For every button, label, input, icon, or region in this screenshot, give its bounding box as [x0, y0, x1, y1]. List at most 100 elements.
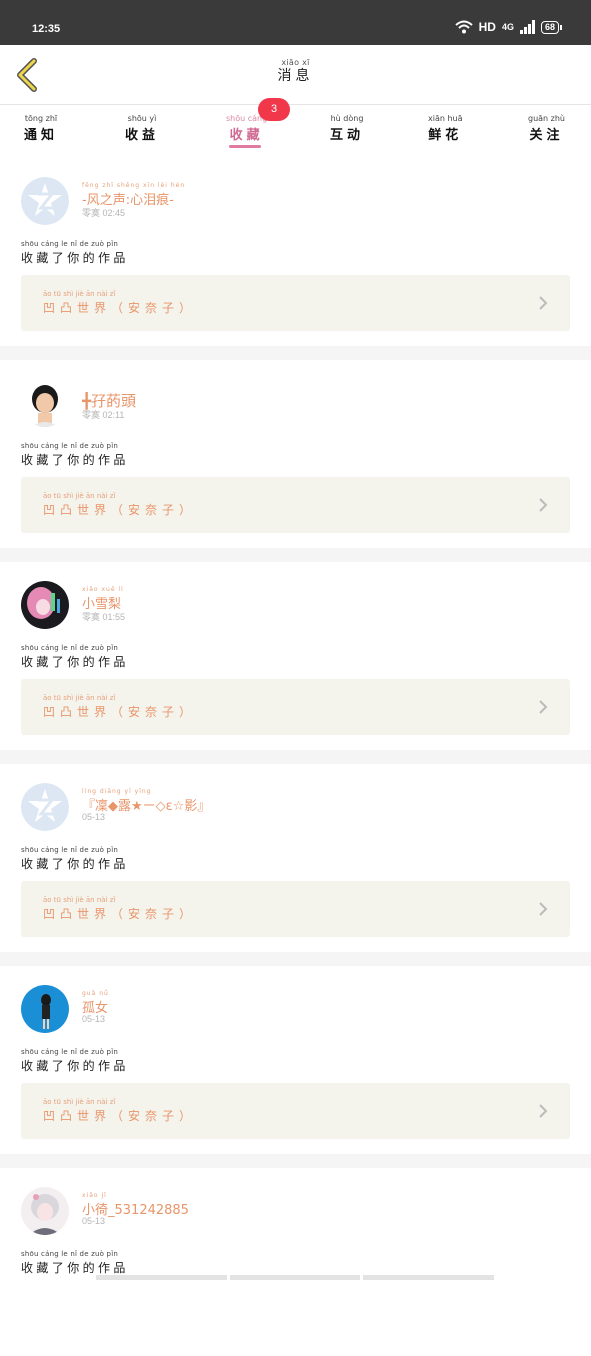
network-label: HD — [478, 20, 496, 34]
tab-favorites[interactable]: shōu cáng 收藏 — [226, 114, 267, 143]
tab-follows[interactable]: guān zhù 关注 — [528, 114, 565, 143]
status-icons: HD 4G 68 — [454, 20, 563, 34]
user-name-pinyin: líng diāng yī yǐng — [82, 788, 152, 795]
active-tab-indicator — [229, 145, 261, 148]
tab-label: 关注 — [529, 128, 564, 143]
work-link[interactable]: āo tū shì jiè ān nài zǐ 凹凸世界（安奈子） — [21, 477, 570, 533]
tab-interactions[interactable]: hù dòng 互动 — [330, 114, 364, 143]
anime-avatar-icon — [21, 581, 69, 629]
signal-label: 4G — [501, 22, 514, 32]
chevron-right-icon — [539, 700, 548, 714]
user-photo-icon — [21, 379, 69, 427]
z-logo-icon — [21, 783, 69, 831]
avatar[interactable] — [21, 783, 69, 831]
battery-level: 68 — [544, 21, 555, 32]
tab-pinyin: shōu yì — [127, 114, 157, 123]
work-title-text: 凹凸世界（安奈子） — [43, 1109, 197, 1123]
action-label: 收藏了你的作品 — [21, 453, 129, 467]
action-label: 收藏了你的作品 — [21, 655, 129, 669]
action-label: 收藏了你的作品 — [21, 1059, 129, 1073]
page-title: xiāo xī 消息 — [0, 59, 591, 84]
chevron-right-icon — [539, 498, 548, 512]
tab-label: 收藏 — [229, 128, 264, 143]
work-link[interactable]: āo tū shì jiè ān nài zǐ 凹凸世界（安奈子） — [21, 1083, 570, 1139]
avatar[interactable] — [21, 1187, 69, 1235]
list-item: líng diāng yī yǐng 『凜◆露★ㄧ◇ɛ☆影』 05-13 shō… — [0, 764, 591, 952]
avatar[interactable] — [21, 379, 69, 427]
work-link[interactable]: āo tū shì jiè ān nài zǐ 凹凸世界（安奈子） — [21, 275, 570, 331]
message-list: fēng zhī shēng xīn lèi hén -风之声:心泪痕- 零寞 … — [0, 158, 591, 1356]
divider — [0, 952, 591, 966]
tab-bar: tōng zhī 通知 shōu yì 收益 shōu cáng 收藏 hù d… — [0, 105, 591, 153]
user-name-pinyin: fēng zhī shēng xīn lèi hén — [82, 182, 186, 189]
work-title: āo tū shì jiè ān nài zǐ 凹凸世界（安奈子） — [43, 290, 196, 316]
battery-icon: 68 — [540, 20, 563, 34]
avatar[interactable] — [21, 177, 69, 225]
work-title: āo tū shì jiè ān nài zǐ 凹凸世界（安奈子） — [43, 1098, 196, 1124]
user-name[interactable]: fēng zhī shēng xīn lèi hén -风之声:心泪痕- — [82, 182, 185, 208]
action-label: 收藏了你的作品 — [21, 857, 129, 871]
work-title: āo tū shì jiè ān nài zǐ 凹凸世界（安奈子） — [43, 694, 196, 720]
status-bar: 12:35 HD 4G 68 — [0, 0, 591, 45]
tab-pinyin: guān zhù — [528, 114, 566, 123]
tab-pinyin: tōng zhī — [24, 114, 58, 123]
timestamp: 零寞 01:55 — [82, 612, 126, 622]
tab-flowers[interactable]: xiān huā 鲜花 — [428, 114, 463, 143]
z-logo-icon — [21, 177, 69, 225]
user-name[interactable]: líng diāng yī yǐng 『凜◆露★ㄧ◇ɛ☆影』 — [82, 788, 210, 814]
tab-pinyin: hù dòng — [330, 114, 364, 123]
action-label: 收藏了你的作品 — [21, 251, 129, 265]
user-name-pinyin: guǎ nǚ — [82, 990, 109, 997]
action-pinyin: shōu cáng le nǐ de zuò pǐn — [21, 442, 118, 450]
work-title-pinyin: āo tū shì jiè ān nài zǐ — [43, 290, 116, 298]
work-title-pinyin: āo tū shì jiè ān nài zǐ — [43, 1098, 116, 1106]
tab-label: 鲜花 — [428, 128, 463, 143]
divider — [0, 1154, 591, 1168]
action-pinyin: shōu cáng le nǐ de zuò pǐn — [21, 1250, 118, 1258]
avatar[interactable] — [21, 581, 69, 629]
action-text: shōu cáng le nǐ de zuò pǐn 收藏了你的作品 — [21, 846, 129, 872]
work-link[interactable]: āo tū shì jiè ān nài zǐ 凹凸世界（安奈子） — [21, 679, 570, 735]
user-name[interactable]: xiǎo jǐ 小徛_531242885 — [82, 1192, 189, 1218]
page-title-pinyin: xiāo xī — [281, 58, 310, 67]
user-name[interactable]: guǎ nǚ 孤女 — [82, 990, 109, 1016]
list-item: xiǎo xuě lì 小雪梨 零寞 01:55 shōu cáng le nǐ… — [0, 562, 591, 750]
work-title-pinyin: āo tū shì jiè ān nài zǐ — [43, 492, 116, 500]
nav-bar: xiāo xī 消息 — [0, 45, 591, 105]
action-text: shōu cáng le nǐ de zuò pǐn 收藏了你的作品 — [21, 644, 129, 670]
chevron-right-icon — [539, 296, 548, 310]
tab-badge: 3 — [258, 98, 290, 121]
divider — [0, 750, 591, 764]
user-name[interactable]: xiǎo xuě lì 小雪梨 — [82, 586, 124, 612]
timestamp: 05-13 — [82, 1014, 106, 1024]
girl-photo-icon — [21, 985, 69, 1033]
tab-label: 通知 — [24, 128, 59, 143]
tab-notifications[interactable]: tōng zhī 通知 — [24, 114, 58, 143]
chevron-right-icon — [539, 1104, 548, 1118]
action-pinyin: shōu cáng le nǐ de zuò pǐn — [21, 644, 118, 652]
anime-avatar-icon — [21, 1187, 69, 1235]
divider — [0, 346, 591, 360]
list-item: ╋孖菂頭 零寞 02:11 shōu cáng le nǐ de zuò pǐn… — [0, 360, 591, 548]
home-indicator — [96, 1275, 495, 1280]
tab-label: 收益 — [125, 128, 160, 143]
timestamp: 零寞 02:45 — [82, 208, 126, 218]
tab-pinyin: xiān huā — [428, 114, 463, 123]
action-label: 收藏了你的作品 — [21, 1261, 129, 1275]
page-title-text: 消息 — [277, 68, 314, 84]
user-name-pinyin: xiǎo jǐ — [82, 1192, 107, 1199]
list-item: fēng zhī shēng xīn lèi hén -风之声:心泪痕- 零寞 … — [0, 158, 591, 346]
list-item: guǎ nǚ 孤女 05-13 shōu cáng le nǐ de zuò p… — [0, 966, 591, 1154]
tab-earnings[interactable]: shōu yì 收益 — [125, 114, 159, 143]
action-pinyin: shōu cáng le nǐ de zuò pǐn — [21, 846, 118, 854]
tab-label: 互动 — [330, 128, 365, 143]
avatar[interactable] — [21, 985, 69, 1033]
work-link[interactable]: āo tū shì jiè ān nài zǐ 凹凸世界（安奈子） — [21, 881, 570, 937]
action-text: shōu cáng le nǐ de zuò pǐn 收藏了你的作品 — [21, 240, 129, 266]
work-title: āo tū shì jiè ān nài zǐ 凹凸世界（安奈子） — [43, 896, 196, 922]
divider — [0, 548, 591, 562]
status-time: 12:35 — [32, 23, 61, 35]
action-pinyin: shōu cáng le nǐ de zuò pǐn — [21, 240, 118, 248]
timestamp: 05-13 — [82, 812, 106, 822]
chevron-right-icon — [539, 902, 548, 916]
